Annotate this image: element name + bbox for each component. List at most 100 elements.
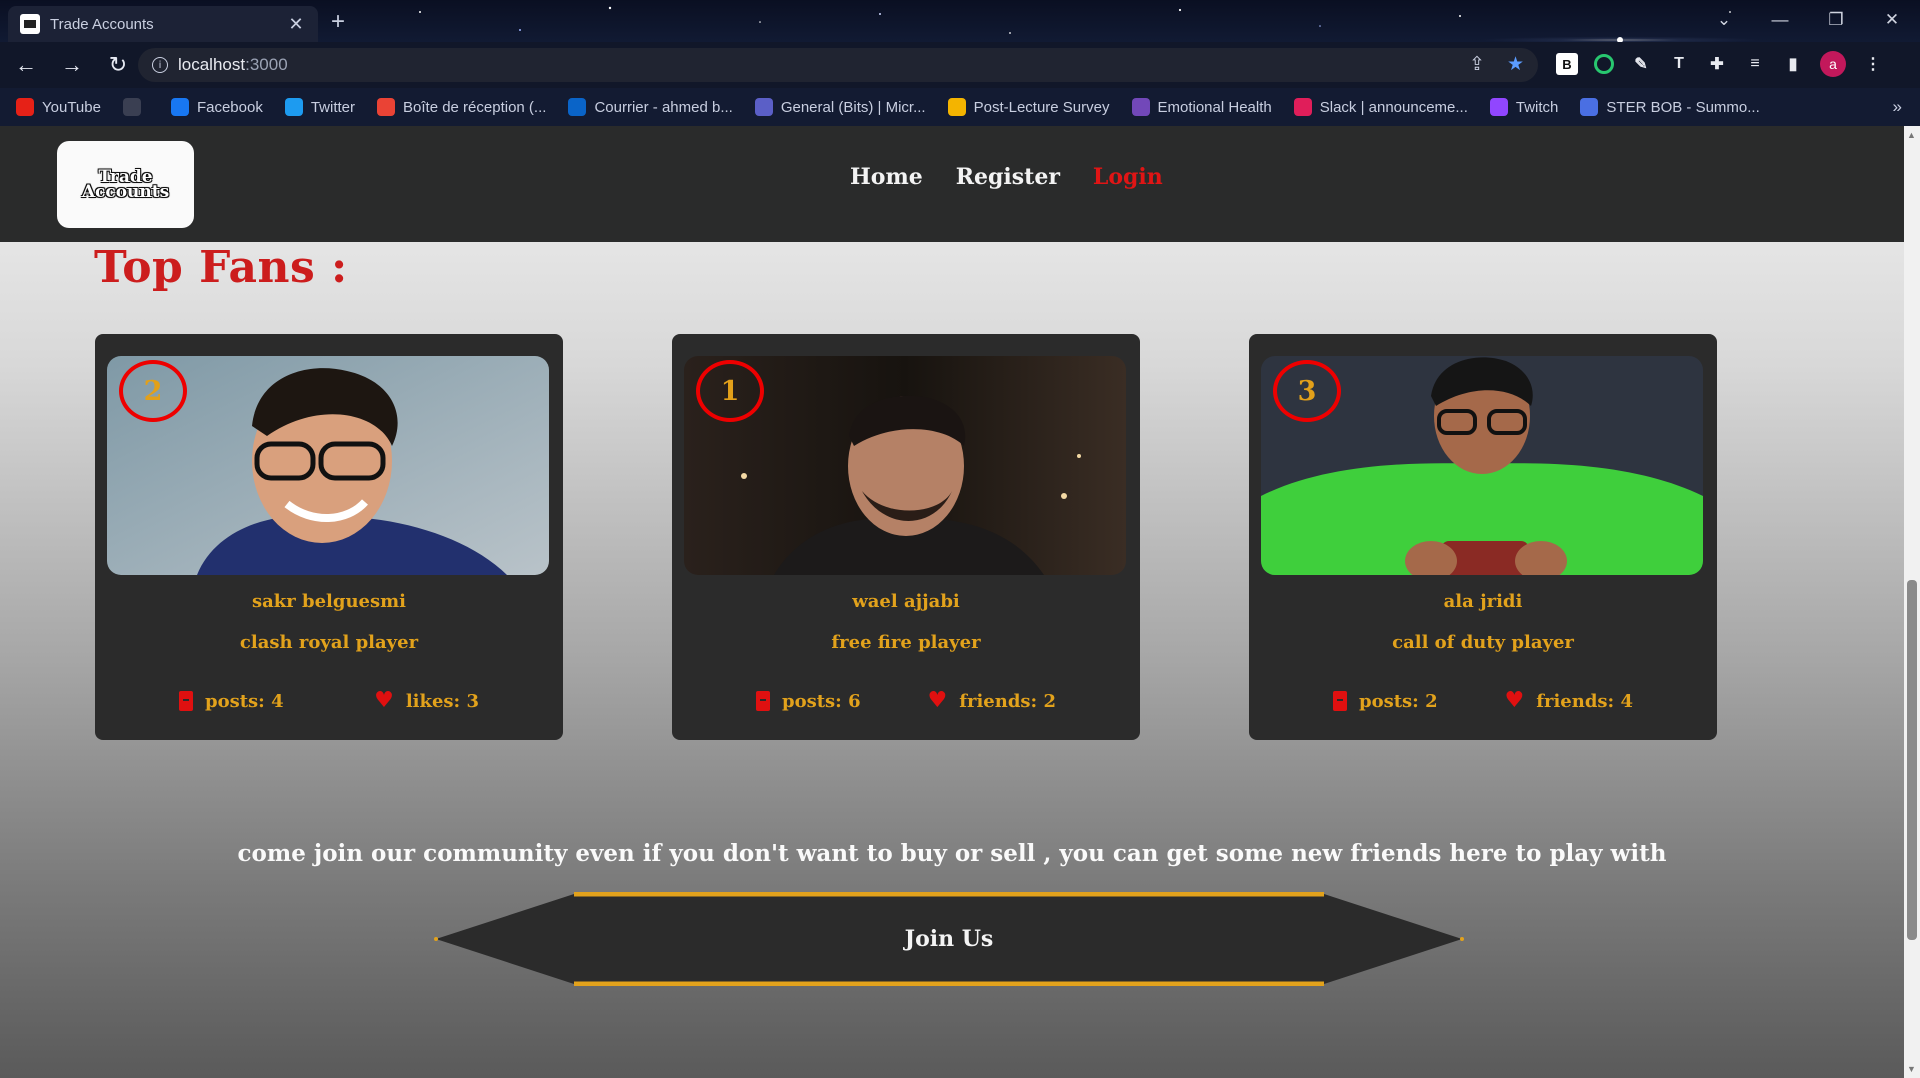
- bookmark-item[interactable]: General (Bits) | Micr...: [754, 98, 926, 116]
- youtube-icon: [16, 98, 34, 116]
- menu-kebab-icon[interactable]: ⋮: [1862, 53, 1884, 75]
- profile-avatar[interactable]: a: [1820, 51, 1846, 77]
- url-text[interactable]: localhost:3000: [178, 55, 288, 75]
- url-port: :3000: [245, 55, 288, 74]
- fan-game: clash royal player: [239, 632, 419, 653]
- bookmark-item[interactable]: STER BOB - Summo...: [1580, 98, 1760, 116]
- scrollbar-thumb[interactable]: [1907, 580, 1917, 940]
- address-bar[interactable]: i localhost:3000 ⇪ ★: [138, 48, 1538, 82]
- media-controls-icon[interactable]: ≡: [1744, 53, 1766, 75]
- target-extension-icon[interactable]: [1594, 54, 1614, 74]
- tab-search-button[interactable]: ⌄: [1696, 4, 1752, 36]
- bookmark-label: YouTube: [42, 98, 101, 116]
- bookmark-label: Post-Lecture Survey: [973, 98, 1110, 116]
- site-nav-links: Home Register Login: [850, 164, 1163, 190]
- fan-photo: 2: [107, 356, 549, 575]
- ster-icon: [1580, 98, 1599, 116]
- posts-stat: posts: 2: [1333, 690, 1438, 712]
- window-controls: ⌄ — ❐ ✕: [1696, 4, 1920, 36]
- bookmark-item[interactable]: Facebook: [170, 98, 263, 116]
- side-panel-icon[interactable]: ▮: [1782, 53, 1804, 75]
- fan-game: free fire player: [831, 632, 981, 653]
- posts-stat: posts: 4: [179, 690, 284, 712]
- bookmark-label: Twitch: [1515, 98, 1559, 116]
- posts-count: posts: 2: [1359, 690, 1438, 712]
- bookmark-label: General (Bits) | Micr...: [780, 98, 926, 116]
- browser-titlebar: Trade Accounts ✕ + ⌄ — ❐ ✕: [0, 0, 1920, 42]
- bookmark-item[interactable]: Post-Lecture Survey: [947, 98, 1110, 116]
- reader-extension-icon[interactable]: T: [1668, 53, 1690, 75]
- forward-button[interactable]: →: [52, 45, 92, 85]
- outlook-icon: [568, 98, 587, 116]
- bookmark-item[interactable]: Boîte de réception (...: [377, 98, 546, 116]
- bookmark-label: Courrier - ahmed b...: [594, 98, 733, 116]
- tab-favicon-icon: [20, 14, 40, 34]
- nav-home-link[interactable]: Home: [850, 164, 923, 190]
- back-button[interactable]: ←: [6, 45, 46, 85]
- heart-icon: ♥: [374, 688, 394, 713]
- bookmark-item[interactable]: Slack | announceme...: [1293, 98, 1468, 116]
- fan-name: sakr belguesmi: [251, 591, 407, 612]
- join-us-button[interactable]: Join Us: [434, 891, 1464, 987]
- page-viewport: Trade Accounts Home Register Login Top F…: [0, 126, 1904, 1078]
- bookmark-item[interactable]: Courrier - ahmed b...: [568, 98, 733, 116]
- bookmark-label: Facebook: [196, 98, 263, 116]
- gmail-icon: [377, 98, 396, 116]
- bookmark-label: Twitter: [310, 98, 356, 116]
- share-icon[interactable]: ⇪: [1469, 53, 1485, 76]
- bookmark-item[interactable]: [122, 98, 149, 116]
- fan-stats: posts: 4 ♥ likes: 3: [95, 690, 563, 712]
- reload-button[interactable]: ↻: [98, 45, 138, 85]
- bookmark-item[interactable]: Twitter: [284, 98, 356, 116]
- drive-icon: [947, 98, 966, 116]
- nav-login-link[interactable]: Login: [1093, 164, 1163, 190]
- posts-count: posts: 6: [782, 690, 861, 712]
- fan-name: ala jridi: [1443, 591, 1523, 612]
- fan-name: wael ajjabi: [852, 591, 960, 612]
- bookmark-item[interactable]: YouTube: [16, 98, 101, 116]
- heart-icon: ♥: [1504, 688, 1525, 713]
- bookmark-item[interactable]: Emotional Health: [1131, 98, 1272, 116]
- friends-stat: ♥ friends: 2: [928, 690, 1057, 712]
- browser-tab[interactable]: Trade Accounts ✕: [8, 6, 318, 42]
- extensions-bar: B ✎ T ✚ ≡ ▮ a ⋮: [1556, 51, 1884, 77]
- bookmarks-bar: YouTube Facebook Twitter Boîte de réception…: [0, 88, 1920, 126]
- tab-close-icon[interactable]: ✕: [286, 14, 306, 35]
- document-icon: [756, 691, 770, 711]
- bitwarden-extension-icon[interactable]: B: [1556, 53, 1578, 75]
- scroll-up-icon[interactable]: ▲: [1907, 130, 1916, 140]
- bookmark-item[interactable]: Twitch: [1489, 98, 1559, 116]
- bookmark-label: Boîte de réception (...: [403, 98, 547, 116]
- close-window-button[interactable]: ✕: [1864, 4, 1920, 36]
- document-icon: [179, 691, 193, 711]
- fan-card: 3 ala jridi call of duty player posts: 2…: [1249, 334, 1717, 740]
- bookmark-label: Emotional Health: [1157, 98, 1272, 116]
- fan-stats: posts: 6 ♥ friends: 2: [672, 690, 1140, 712]
- bookmark-star-icon[interactable]: ★: [1507, 53, 1524, 76]
- slack-icon: [1293, 98, 1312, 116]
- site-navbar: Trade Accounts Home Register Login: [0, 126, 1904, 242]
- scroll-down-icon[interactable]: ▼: [1907, 1064, 1916, 1074]
- pen-extension-icon[interactable]: ✎: [1630, 53, 1652, 75]
- fan-photo: 1: [684, 356, 1126, 575]
- site-logo[interactable]: Trade Accounts: [57, 141, 194, 228]
- url-host: localhost: [178, 55, 246, 74]
- bookmark-label: Slack | announceme...: [1319, 98, 1468, 116]
- twitter-icon: [284, 98, 303, 116]
- page-scrollbar[interactable]: ▲ ▼: [1904, 126, 1920, 1078]
- logo-text: Trade Accounts: [81, 166, 170, 202]
- rank-badge: 3: [1273, 360, 1341, 422]
- nav-register-link[interactable]: Register: [956, 164, 1060, 190]
- fan-card: 2 sakr belguesmi clash royal player post…: [95, 334, 563, 740]
- restore-button[interactable]: ❐: [1808, 4, 1864, 36]
- section-title: Top Fans :: [94, 242, 348, 293]
- new-tab-button[interactable]: +: [326, 8, 350, 36]
- puzzle-extensions-icon[interactable]: ✚: [1706, 53, 1728, 75]
- minimize-button[interactable]: —: [1752, 4, 1808, 36]
- site-info-icon[interactable]: i: [152, 57, 168, 73]
- heart-icon: ♥: [927, 688, 948, 713]
- friends-count: friends: 4: [1536, 690, 1633, 712]
- tab-title: Trade Accounts: [50, 15, 154, 33]
- bookmarks-overflow-button[interactable]: »: [1893, 97, 1902, 117]
- fan-card: 1 wael ajjabi free fire player posts: 6 …: [672, 334, 1140, 740]
